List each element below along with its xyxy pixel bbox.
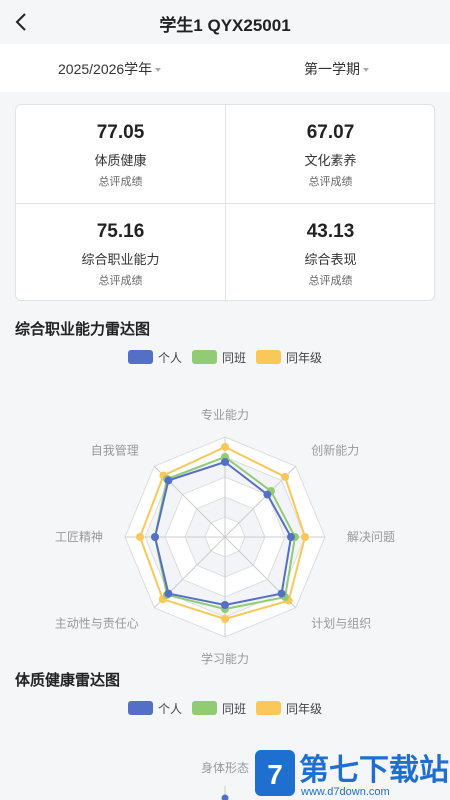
section-title-physical-radar: 体质健康雷达图 <box>15 672 121 689</box>
radar-point <box>287 533 295 541</box>
radar-point <box>151 533 159 541</box>
score-grid: 77.05 体质健康 总评成绩 67.07 文化素养 总评成绩 75.16 综合… <box>15 104 436 302</box>
score-card-vocational[interactable]: 75.16 综合职业能力 总评成绩 <box>16 204 225 302</box>
legend-label: 个人 <box>158 702 183 716</box>
axis-label: 学习能力 <box>201 651 249 666</box>
legend-label: 同班 <box>222 351 247 365</box>
radar-point <box>221 794 229 800</box>
radar-legend: 个人 同班 同年级 <box>0 700 450 716</box>
score-value: 43.13 <box>306 221 355 242</box>
score-name: 综合表现 <box>304 252 357 267</box>
legend-personal[interactable]: 个人 <box>128 349 182 366</box>
legend-swatch <box>192 350 217 364</box>
radar-point <box>136 533 144 541</box>
score-name: 文化素养 <box>304 153 357 168</box>
legend-swatch <box>192 701 217 715</box>
filter-bar: 2025/2026学年 第一学期 <box>0 44 450 92</box>
axis-label: 自我管理 <box>91 443 139 458</box>
radar-point <box>164 589 173 598</box>
axis-label: 工匠精神 <box>55 530 103 544</box>
axis-label: 主动性与责任心 <box>55 616 139 630</box>
legend-grade[interactable]: 同年级 <box>256 700 322 717</box>
score-card-culture[interactable]: 67.07 文化素养 总评成绩 <box>226 105 435 203</box>
axis-label: 专业能力 <box>201 407 249 422</box>
radar-point <box>221 458 229 466</box>
term-select[interactable]: 第一学期 <box>304 59 369 79</box>
score-value: 67.07 <box>306 122 355 143</box>
score-value: 77.05 <box>96 122 145 143</box>
legend-personal[interactable]: 个人 <box>128 700 182 717</box>
year-select[interactable]: 2025/2026学年 <box>58 59 162 79</box>
legend-class[interactable]: 同班 <box>192 349 246 366</box>
logo-mark-glyph: 7 <box>267 759 283 790</box>
radar-legend: 个人 同班 同年级 <box>0 349 450 365</box>
score-card-performance[interactable]: 43.13 综合表现 总评成绩 <box>226 204 435 302</box>
year-select-label: 2025/2026学年 <box>58 61 153 77</box>
caret-down-icon <box>155 68 162 73</box>
radar-point <box>263 490 272 499</box>
legend-grade[interactable]: 同年级 <box>256 349 322 366</box>
score-card-physical[interactable]: 77.05 体质健康 总评成绩 <box>16 105 225 203</box>
radar-point <box>221 601 229 609</box>
legend-label: 同年级 <box>286 702 323 716</box>
header-bar: 学生1 QYX25001 <box>0 0 450 44</box>
score-name: 体质健康 <box>94 153 147 168</box>
score-sub: 总评成绩 <box>98 275 143 287</box>
radar-point <box>221 615 229 623</box>
vocational-radar-chart: 专业能力创新能力解决问题计划与组织学习能力 主动性与责任心工匠精神 自我管理 <box>55 407 395 666</box>
legend-swatch <box>256 701 281 715</box>
legend-swatch <box>256 350 281 364</box>
score-sub: 总评成绩 <box>98 176 143 188</box>
legend-swatch <box>128 350 153 364</box>
caret-down-icon <box>363 68 369 73</box>
axis-label: 创新能力 <box>311 443 359 458</box>
legend-label: 个人 <box>158 351 183 365</box>
score-value: 75.16 <box>96 221 145 242</box>
axis-label: 计划与组织 <box>311 616 371 630</box>
page-title: 学生1 QYX25001 <box>159 16 291 35</box>
radar-point <box>221 443 229 451</box>
radar-point <box>277 589 286 598</box>
watermark-text: 第七下载站 <box>299 753 449 787</box>
axis-label: 解决问题 <box>347 530 395 544</box>
watermark-logo: 7 第七下载站 www.d7down.com <box>255 750 449 798</box>
radar-point <box>164 476 173 485</box>
radar-point <box>301 533 309 541</box>
watermark-url: www.d7down.com <box>300 786 390 798</box>
term-select-label: 第一学期 <box>304 61 360 77</box>
score-name: 综合职业能力 <box>81 252 160 267</box>
section-title-vocational-radar: 综合职业能力雷达图 <box>15 321 151 338</box>
legend-label: 同班 <box>222 702 247 716</box>
legend-label: 同年级 <box>286 351 323 365</box>
legend-class[interactable]: 同班 <box>192 700 246 717</box>
score-sub: 总评成绩 <box>308 176 353 188</box>
axis-label: 身体形态 <box>201 760 249 775</box>
radar-point <box>281 472 290 481</box>
legend-swatch <box>128 701 153 715</box>
score-sub: 总评成绩 <box>308 275 353 287</box>
